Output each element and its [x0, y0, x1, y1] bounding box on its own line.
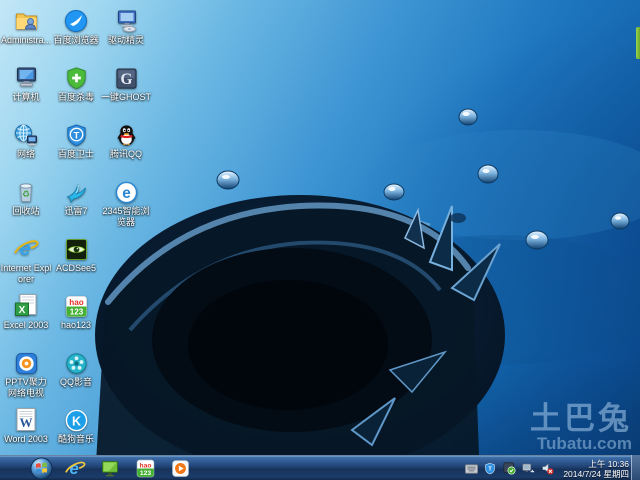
- pptv-icon: [0, 348, 52, 375]
- computer-icon: [0, 63, 52, 90]
- desktop-icon-label: Internet Explorer: [0, 263, 52, 284]
- desktop-icon-label: 驱动精灵: [107, 35, 144, 45]
- excel-icon: X: [0, 291, 52, 318]
- desktop-icon-label: 酷狗音乐: [57, 434, 94, 444]
- start-button[interactable]: [30, 457, 53, 480]
- desktop-icon-word-2003[interactable]: W Word 2003: [0, 405, 52, 445]
- baidu-weishi-tray-icon[interactable]: T: [483, 462, 497, 476]
- desktop-icon-one-key-ghost[interactable]: G 一键GHOST: [100, 63, 152, 103]
- desktop-icon-network[interactable]: 网络: [0, 120, 52, 160]
- word-icon: W: [0, 405, 52, 432]
- qq-penguin-icon: [100, 120, 152, 147]
- volume-muted-icon[interactable]: [540, 462, 554, 476]
- desktop-icon-label: Word 2003: [4, 434, 48, 444]
- desktop-icon-label: QQ影音: [59, 377, 92, 387]
- green-shield-plus-icon: [50, 63, 102, 90]
- clock-time: 上午 10:36: [588, 458, 629, 469]
- desktop-icon-administrator[interactable]: Administra...: [0, 6, 52, 46]
- taskbar-item-hao123[interactable]: hao 123: [132, 457, 158, 480]
- blue-shield-icon: T: [50, 120, 102, 147]
- svg-text:hao: hao: [139, 462, 151, 469]
- network-status-icon[interactable]: [521, 462, 535, 476]
- desktop-icon-label: 回收站: [12, 206, 40, 216]
- desktop-icon-internet-explorer[interactable]: e Internet Explorer: [0, 234, 52, 285]
- svg-text:T: T: [73, 130, 79, 141]
- svg-text:123: 123: [139, 470, 150, 477]
- svg-text:e: e: [70, 459, 79, 478]
- svg-text:e: e: [122, 185, 131, 202]
- computer-disc-icon: [100, 6, 152, 33]
- ie-icon: e: [0, 234, 52, 261]
- desktop-icon-qq-player[interactable]: QQ影音: [50, 348, 102, 388]
- recycle-bin-icon: ♻: [0, 177, 52, 204]
- desktop-icon-hao123[interactable]: hao 123 hao123: [50, 291, 102, 331]
- desktop-icon-label: 腾讯QQ: [109, 149, 142, 159]
- desktop-icon-label: PPTV聚力 网络电视: [5, 377, 47, 398]
- desktop-icon-label: 2345智能浏览器: [102, 206, 150, 227]
- desktop-icon-computer[interactable]: 计算机: [0, 63, 52, 103]
- side-dock-handle[interactable]: [636, 27, 640, 59]
- ghost-g-icon: G: [100, 63, 152, 90]
- e-circle-icon: e: [100, 177, 152, 204]
- input-keyboard-icon[interactable]: [464, 462, 478, 476]
- show-desktop-button[interactable]: [631, 455, 640, 480]
- desktop-icon-label: Administra...: [0, 35, 51, 45]
- taskbar-item-green-display[interactable]: [97, 457, 123, 480]
- clock-date: 2014/7/24 星期四: [563, 468, 629, 479]
- desktop-icon-label: 一键GHOST: [100, 92, 151, 102]
- desktop-icon-excel-2003[interactable]: X Excel 2003: [0, 291, 52, 331]
- hao123-icon: hao 123: [50, 291, 102, 318]
- taskbar-item-media-player[interactable]: [167, 457, 193, 480]
- network-globe-icon: [0, 120, 52, 147]
- svg-text:W: W: [20, 415, 33, 430]
- desktop-icon-label: hao123: [60, 320, 92, 330]
- svg-text:hao: hao: [69, 298, 83, 307]
- desktop-icon-driver-genius[interactable]: 驱动精灵: [100, 6, 152, 46]
- svg-text:K: K: [72, 414, 81, 428]
- desktop-icon-recycle-bin[interactable]: ♻ 回收站: [0, 177, 52, 217]
- svg-text:123: 123: [69, 308, 83, 317]
- system-tray: T 上午 10:36 2014/7/24 星期四: [464, 456, 629, 480]
- film-reel-icon: [50, 348, 102, 375]
- svg-text:♻: ♻: [22, 189, 30, 199]
- desktop-icon-baidu-weishi[interactable]: T 百度卫士: [50, 120, 102, 160]
- desktop-icon-acdsee5[interactable]: ACDSee5: [50, 234, 102, 274]
- desktop-icon-label: 百度浏览器: [53, 35, 99, 45]
- desktop-icon-label: 百度杀毒: [57, 92, 94, 102]
- baidu-browser-icon: [50, 6, 102, 33]
- desktop-icon-tencent-qq[interactable]: 腾讯QQ: [100, 120, 152, 160]
- svg-text:G: G: [120, 71, 132, 88]
- desktop-icon-label: 计算机: [12, 92, 40, 102]
- desktop-icon-baidu-antivirus[interactable]: 百度杀毒: [50, 63, 102, 103]
- desktop-icon-xunlei7[interactable]: 迅雷7: [50, 177, 102, 217]
- kugou-icon: K: [50, 405, 102, 432]
- user-folder-icon: [0, 6, 52, 33]
- taskbar: e hao 123 T 上午 10:36 2014/7/24 星期四: [0, 455, 640, 480]
- taskbar-item-internet-explorer[interactable]: e: [62, 457, 88, 480]
- desktop-icon-browser-2345[interactable]: e 2345智能浏览器: [100, 177, 152, 228]
- antivirus-check-tray-icon[interactable]: [502, 462, 516, 476]
- desktop-wallpaper: Administra... 百度浏览器 驱动精灵 计算机 百度杀毒 G 一键GH…: [0, 0, 640, 480]
- desktop-icon-pptv[interactable]: PPTV聚力 网络电视: [0, 348, 52, 399]
- svg-text:X: X: [19, 305, 26, 316]
- taskbar-clock[interactable]: 上午 10:36 2014/7/24 星期四: [559, 459, 629, 479]
- desktop-icon-label: 迅雷7: [64, 206, 88, 216]
- desktop-icon-kugou-music[interactable]: K 酷狗音乐: [50, 405, 102, 445]
- desktop-icon-label: 百度卫士: [57, 149, 94, 159]
- desktop-icon-label: Excel 2003: [3, 320, 49, 330]
- acdsee-eye-icon: [50, 234, 102, 261]
- desktop-icon-label: 网络: [16, 149, 35, 159]
- desktop-icon-label: ACDSee5: [55, 263, 97, 273]
- desktop-icon-baidu-browser[interactable]: 百度浏览器: [50, 6, 102, 46]
- xunlei-bird-icon: [50, 177, 102, 204]
